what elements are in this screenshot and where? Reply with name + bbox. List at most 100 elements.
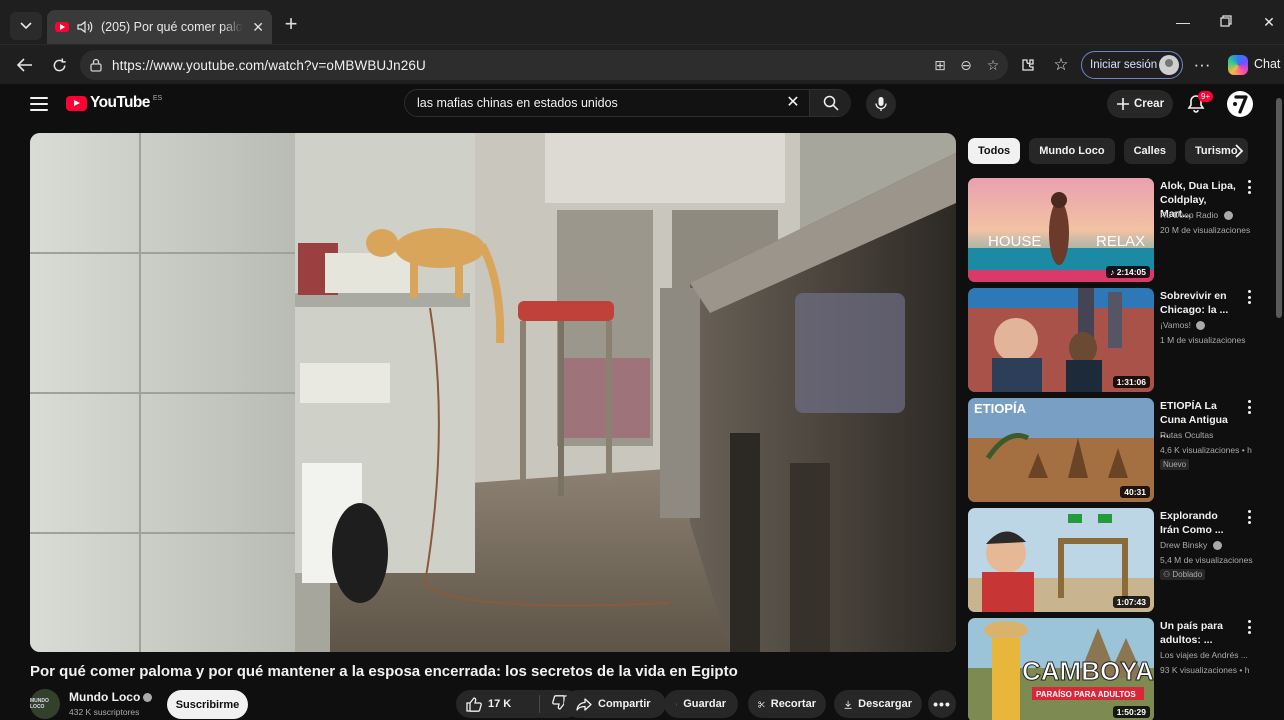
more-vert-icon[interactable] xyxy=(1246,620,1252,634)
lock-icon[interactable] xyxy=(90,58,102,72)
logo-region: ES xyxy=(152,95,163,102)
thumb-text-house: HOUSE xyxy=(988,233,1041,250)
rec-channel[interactable]: Rutas Ocultas xyxy=(1160,430,1213,440)
chip-calles[interactable]: Calles xyxy=(1123,138,1176,164)
video-thumbnail[interactable]: 1:07:43 xyxy=(968,508,1154,612)
clip-button[interactable]: Recortar xyxy=(748,690,826,718)
minimize-icon[interactable]: — xyxy=(1173,14,1193,30)
favorite-star-icon[interactable]: ☆ xyxy=(984,56,1002,74)
verified-check-icon xyxy=(1212,541,1222,551)
account-avatar[interactable] xyxy=(1227,91,1253,117)
search-input[interactable]: las mafias chinas en estados unidos xyxy=(405,90,809,116)
dubbed-label: Doblado xyxy=(1172,570,1203,579)
chip-todos[interactable]: Todos xyxy=(968,138,1021,164)
address-bar-row: https://www.youtube.com/watch?v=oMBWBUJn… xyxy=(0,44,1284,84)
thumbnail-image: CAMBOYA PARAÍSO PARA ADULTOS xyxy=(968,618,1154,720)
more-vert-icon[interactable] xyxy=(1246,290,1252,304)
duration-badge: 40:31 xyxy=(1120,486,1150,498)
verified-check-icon xyxy=(1223,211,1233,221)
channel-avatar[interactable]: MUNDO LOCO xyxy=(30,689,60,719)
chevron-right-icon[interactable] xyxy=(1230,142,1248,160)
reload-icon[interactable] xyxy=(48,54,70,76)
app-available-icon[interactable]: ⊞ xyxy=(931,56,949,74)
scrollbar-thumb[interactable] xyxy=(1276,98,1282,318)
subscribe-button[interactable]: Suscribirme xyxy=(167,690,248,719)
zoom-icon[interactable]: ⊖ xyxy=(957,56,975,74)
subscriber-count: 432 K suscriptores xyxy=(69,707,140,717)
save-button[interactable]: Guardar xyxy=(664,690,738,718)
download-icon xyxy=(844,700,852,709)
browser-tab-active[interactable]: (205) Por qué comer paloma y por qué man… xyxy=(47,10,272,44)
logo-text: YouTube xyxy=(90,94,150,111)
duration-badge: 1:50:29 xyxy=(1112,706,1150,718)
music-note-icon: ♪ xyxy=(1110,267,1117,277)
chat-label[interactable]: Chat xyxy=(1254,57,1280,71)
search-button[interactable] xyxy=(809,90,851,116)
page-scrollbar[interactable] xyxy=(1274,84,1284,720)
youtube-logo[interactable]: YouTube ES xyxy=(66,94,162,112)
more-vert-icon[interactable] xyxy=(1246,400,1252,414)
rec-views: 5,4 M de visualizaciones xyxy=(1160,555,1253,565)
share-label: Compartir xyxy=(598,698,651,710)
rec-views: 4,6 K visualizaciones • h xyxy=(1160,445,1252,455)
more-vert-icon[interactable] xyxy=(1246,180,1252,194)
rec-channel[interactable]: Ru Deep Radio xyxy=(1160,210,1233,221)
rec-title[interactable]: Sobrevivir en Chicago: la ... xyxy=(1160,289,1238,317)
rec-title[interactable]: Explorando Irán Como ... xyxy=(1160,509,1238,537)
clear-search-icon[interactable]: ✕ xyxy=(783,93,803,113)
copilot-icon[interactable] xyxy=(1228,55,1248,75)
rec-channel[interactable]: Drew Binsky xyxy=(1160,540,1222,551)
share-icon xyxy=(576,697,592,711)
recommendation-item[interactable]: 1:31:06 Sobrevivir en Chicago: la ... ¡V… xyxy=(968,288,1258,392)
signin-label: Iniciar sesión xyxy=(1090,59,1158,71)
filter-chips: Todos Mundo Loco Calles Turismo xyxy=(968,138,1248,164)
recommendation-item[interactable]: 1:07:43 Explorando Irán Como ... Drew Bi… xyxy=(968,508,1258,612)
more-actions-button[interactable]: ••• xyxy=(928,690,956,718)
verified-check-icon xyxy=(143,693,153,703)
verified-check-icon xyxy=(1196,321,1206,331)
rec-channel-name: Ru Deep Radio xyxy=(1160,210,1219,220)
voice-search-button[interactable] xyxy=(866,89,896,119)
rec-title[interactable]: Un país para adultos: ... xyxy=(1160,619,1238,647)
profile-avatar-icon xyxy=(1159,55,1179,75)
video-thumbnail[interactable]: HOUSE RELAX ♪ 2:14:05 xyxy=(968,178,1154,282)
download-button[interactable]: Descargar xyxy=(834,690,922,718)
tab-close-icon[interactable]: ✕ xyxy=(252,19,264,36)
restore-icon[interactable] xyxy=(1216,14,1236,30)
extensions-icon[interactable] xyxy=(1017,54,1039,76)
speaker-icon[interactable] xyxy=(77,20,93,34)
url-omnibox[interactable]: https://www.youtube.com/watch?v=oMBWBUJn… xyxy=(80,50,1008,80)
like-button[interactable]: 17 K xyxy=(456,695,540,713)
close-window-icon[interactable]: ✕ xyxy=(1259,14,1279,31)
menu-icon[interactable] xyxy=(30,97,48,111)
recommendation-item[interactable]: ETIOPÍA 40:31 ETIOPÍA La Cuna Antigua ..… xyxy=(968,398,1258,502)
rec-channel[interactable]: ¡Vamos! xyxy=(1160,320,1206,331)
tab-list-button[interactable] xyxy=(10,12,42,40)
rec-views: 93 K visualizaciones • h xyxy=(1160,665,1250,675)
like-count: 17 K xyxy=(488,698,512,710)
account-logo-icon xyxy=(1233,95,1248,114)
thumb-text-etiopia: ETIOPÍA xyxy=(974,401,1027,416)
create-button[interactable]: Crear xyxy=(1107,90,1173,118)
favorites-icon[interactable]: ☆ xyxy=(1050,54,1072,76)
recommendation-item[interactable]: HOUSE RELAX ♪ 2:14:05 Alok, Dua Lipa, Co… xyxy=(968,178,1258,282)
video-thumbnail[interactable]: CAMBOYA PARAÍSO PARA ADULTOS 1:50:29 xyxy=(968,618,1154,720)
recommendation-item[interactable]: CAMBOYA PARAÍSO PARA ADULTOS 1:50:29 Un … xyxy=(968,618,1258,720)
video-thumbnail[interactable]: 1:31:06 xyxy=(968,288,1154,392)
more-vert-icon[interactable] xyxy=(1246,510,1252,524)
signin-button[interactable]: Iniciar sesión xyxy=(1081,51,1183,79)
new-tab-button[interactable]: + xyxy=(280,13,302,36)
channel-name-row[interactable]: Mundo Loco xyxy=(69,690,153,704)
rec-channel[interactable]: Los viajes de Andrés ... xyxy=(1160,650,1248,660)
video-player[interactable] xyxy=(30,133,956,652)
video-thumbnail[interactable]: ETIOPÍA 40:31 xyxy=(968,398,1154,502)
chip-mundo-loco[interactable]: Mundo Loco xyxy=(1029,138,1115,164)
video-frame-image xyxy=(30,133,956,652)
thumb-subtext: PARAÍSO PARA ADULTOS xyxy=(1036,690,1136,699)
more-options-icon[interactable]: ··· xyxy=(1191,54,1213,76)
chevron-down-icon xyxy=(20,22,32,30)
new-badge: Nuevo xyxy=(1160,459,1190,470)
save-label: Guardar xyxy=(683,698,726,710)
share-button[interactable]: Compartir xyxy=(564,690,666,718)
back-arrow-icon[interactable] xyxy=(14,54,36,76)
